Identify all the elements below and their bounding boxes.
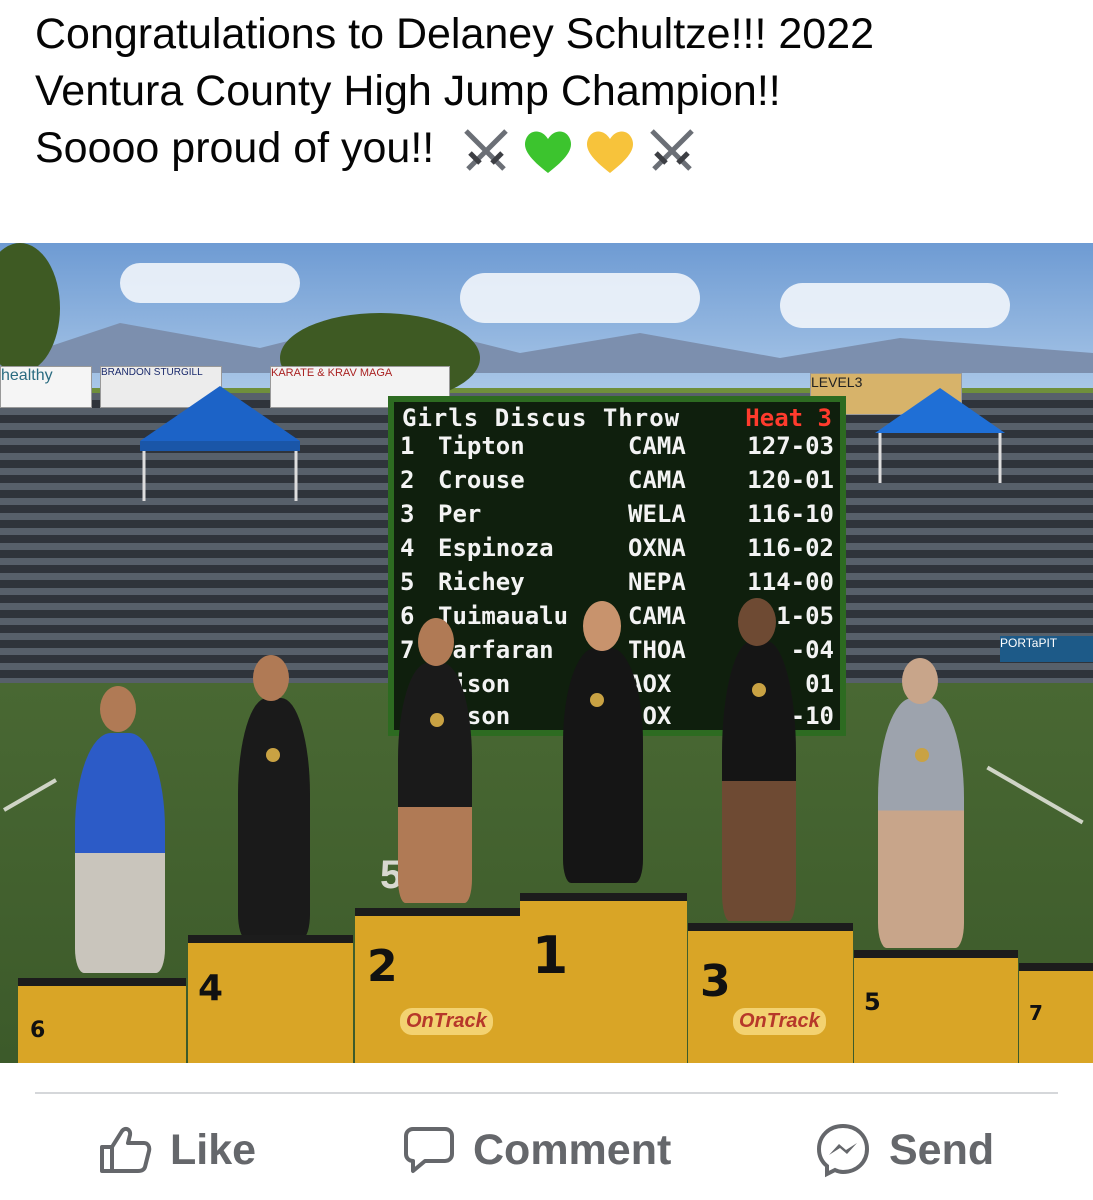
comment-bubble-icon	[404, 1127, 454, 1173]
green-heart-icon	[525, 131, 572, 173]
athlete-head	[418, 618, 454, 666]
yellow-heart-icon	[587, 131, 634, 173]
podium-4: 4	[188, 935, 353, 1063]
photo-mountains	[0, 318, 1093, 373]
comment-label: Comment	[473, 1125, 672, 1174]
medal	[590, 693, 604, 707]
medal	[430, 713, 444, 727]
podium-2: 2 OnTrack	[355, 908, 520, 1063]
athlete-head	[583, 601, 621, 651]
athlete	[878, 698, 964, 948]
post-line-3: Soooo proud of you!!	[35, 120, 1065, 179]
photo-tent	[875, 388, 1005, 483]
messenger-icon	[816, 1123, 870, 1178]
post-line-1: Congratulations to Delaney Schultze!!! 2…	[35, 10, 875, 58]
podium-1: 1	[520, 893, 687, 1063]
medal	[915, 748, 929, 762]
athlete-head	[902, 658, 938, 704]
medal	[266, 748, 280, 762]
actions-divider	[35, 1092, 1058, 1094]
athlete	[75, 733, 165, 973]
scoreboard-row: 4 Espinoza OXNA 116-02	[400, 534, 834, 562]
athlete-head	[738, 598, 776, 646]
medal	[752, 683, 766, 697]
athlete-head	[253, 655, 289, 701]
athlete	[563, 648, 643, 883]
scoreboard-row: 5 Richey NEPA 114-00	[400, 568, 834, 596]
ontrack-logo: OnTrack	[733, 1008, 826, 1035]
emoji-group	[458, 123, 700, 179]
send-button[interactable]: Send	[815, 1120, 994, 1180]
like-button[interactable]: Like	[98, 1120, 256, 1180]
post-photo[interactable]: healthy BRANDON STURGILL KARATE & KRAV M…	[0, 243, 1093, 1063]
like-label: Like	[170, 1125, 257, 1174]
athlete	[238, 698, 310, 938]
yard-line	[986, 765, 1084, 825]
scoreboard-heat: Heat 3	[745, 404, 832, 432]
comment-button[interactable]: Comment	[403, 1120, 671, 1180]
post-line-2: Ventura County High Jump Champion!!	[35, 67, 781, 115]
post-actions-bar: Like Comment Send	[0, 1100, 1093, 1200]
post-line-3-text: Soooo proud of you!!	[35, 124, 435, 172]
crossed-swords-icon	[464, 128, 508, 171]
photo-sign-portapit: PORTaPIT	[1000, 636, 1093, 662]
scoreboard-header: Girls Discus Throw Heat 3	[400, 404, 834, 434]
scoreboard-row: 3 Per WELA 116-10	[400, 500, 834, 528]
photo-sign-healthy: healthy	[0, 366, 92, 408]
podium-5: 5	[854, 950, 1018, 1063]
crossed-swords-icon	[650, 128, 694, 171]
scoreboard-row: 1 Tipton CAMA 127-03	[400, 432, 834, 460]
ontrack-logo: OnTrack	[400, 1008, 493, 1035]
post-text: Congratulations to Delaney Schultze!!! 2…	[35, 6, 1065, 179]
photo-cloud	[120, 263, 300, 303]
photo-tent	[140, 386, 300, 501]
athlete-head	[100, 686, 136, 732]
thumbs-up-icon	[100, 1126, 152, 1173]
scoreboard-row: 2 Crouse CAMA 120-01	[400, 466, 834, 494]
podium-3: 3 OnTrack	[688, 923, 853, 1063]
podium-6: 6	[18, 978, 186, 1063]
yard-line	[3, 778, 57, 812]
scoreboard-title: Girls Discus Throw	[402, 404, 681, 432]
send-label: Send	[889, 1125, 995, 1174]
podium-7: 7	[1019, 963, 1093, 1063]
athlete	[398, 663, 472, 903]
